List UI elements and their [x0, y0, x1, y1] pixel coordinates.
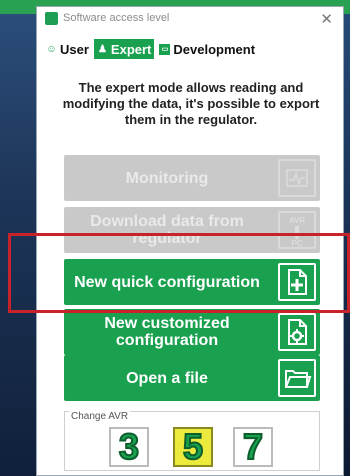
change-avr-label: Change AVR	[69, 411, 131, 422]
monitoring-button[interactable]: Monitoring	[64, 155, 320, 201]
new-quick-configuration-button[interactable]: New quick configuration	[64, 259, 320, 305]
tab-development-label: Development	[173, 41, 256, 57]
tab-user-label: User	[60, 41, 89, 57]
user-icon: ☺	[46, 43, 57, 55]
monitoring-button-label: Monitoring	[125, 169, 209, 187]
monitoring-icon	[278, 159, 316, 197]
download-data-button-label: Download data from regulator	[90, 213, 244, 247]
tab-expert-label: Expert	[110, 41, 152, 57]
dialog-title: Software access level	[63, 12, 170, 24]
open-file-button-label: Open a file	[126, 369, 208, 387]
avr-3-button[interactable]: 3	[109, 427, 149, 467]
app-icon	[45, 12, 58, 25]
avr-7-button[interactable]: 7	[233, 427, 273, 467]
new-file-gear-icon	[278, 313, 316, 351]
avr-5-button[interactable]: 5	[173, 427, 213, 467]
svg-text:PC: PC	[291, 239, 302, 247]
avr-to-pc-icon: AVR PC	[278, 211, 316, 249]
tab-user[interactable]: ☺ User	[43, 39, 92, 59]
open-folder-icon	[278, 359, 316, 397]
open-file-button[interactable]: Open a file	[64, 355, 320, 401]
development-icon: ▭	[159, 43, 171, 55]
new-file-plus-icon	[278, 263, 316, 301]
tab-development[interactable]: ▭ Development	[156, 39, 258, 59]
expert-icon: ♟	[97, 43, 107, 55]
download-data-button[interactable]: Download data from regulator AVR PC	[64, 207, 320, 253]
change-avr-group: Change AVR 3 5 7	[64, 411, 320, 471]
svg-text:AVR: AVR	[289, 216, 306, 225]
new-customized-configuration-button[interactable]: New customized configuration	[64, 309, 320, 355]
access-level-dialog: Software access level ✕ ☺ User ♟ Expert …	[36, 6, 344, 476]
close-icon[interactable]: ✕	[320, 10, 333, 28]
tab-expert[interactable]: ♟ Expert	[93, 39, 155, 59]
new-customized-configuration-label: New customized configuration	[104, 315, 230, 349]
mode-description: The expert mode allows reading and modif…	[62, 80, 320, 127]
access-level-tabs: ☺ User ♟ Expert ▭ Development	[43, 38, 260, 60]
dialog-titlebar: Software access level ✕	[37, 7, 343, 31]
new-quick-configuration-label: New quick configuration	[74, 273, 260, 291]
